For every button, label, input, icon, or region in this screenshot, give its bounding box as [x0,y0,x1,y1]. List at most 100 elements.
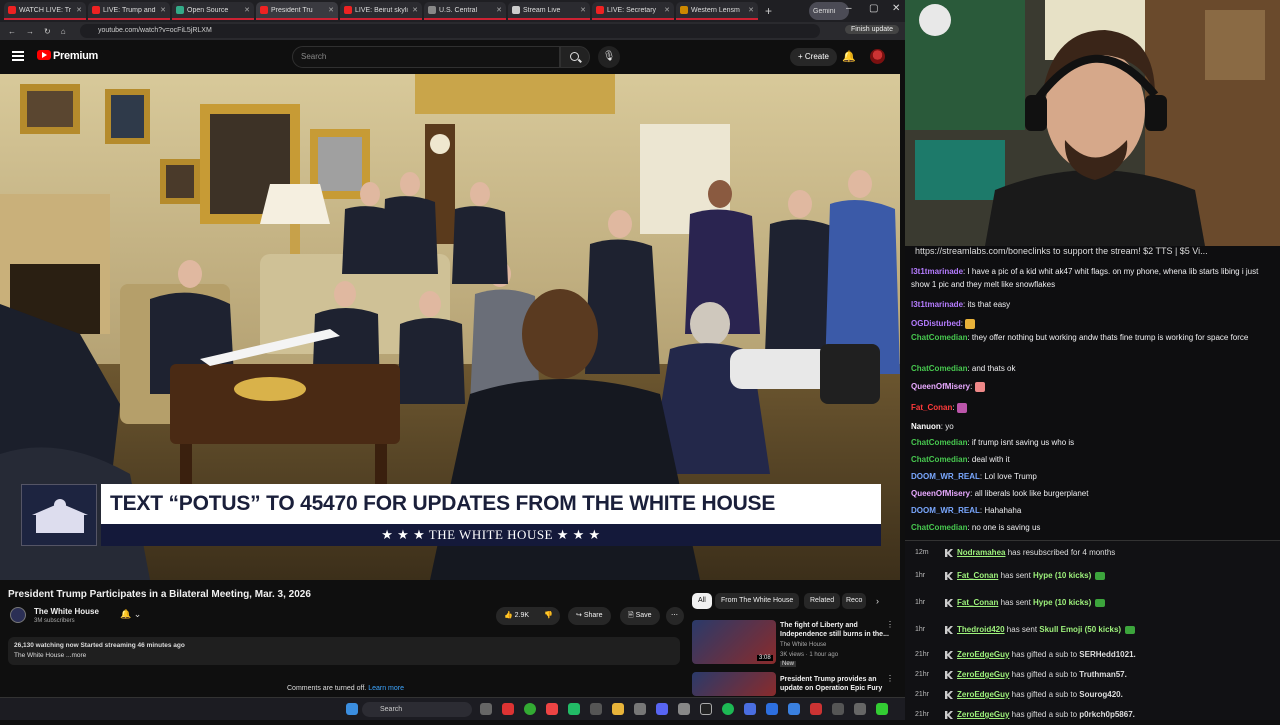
app-icon[interactable] [546,703,558,715]
youtube-logo-icon[interactable] [37,50,51,60]
browser-tab[interactable]: Stream Live ✕ [508,2,590,20]
search-input[interactable]: Search [292,46,560,68]
app-icon[interactable] [744,703,756,715]
close-tab-icon[interactable]: ✕ [664,6,670,14]
chip-all[interactable]: All [692,593,712,609]
new-tab-icon[interactable]: + [760,4,777,18]
taskbar-search[interactable]: Search [362,702,472,717]
search-button[interactable] [560,46,590,68]
event-user[interactable]: Nodramahea [957,548,1005,557]
app-icon[interactable] [810,703,822,715]
browser-tab[interactable]: Western Lensm ✕ [676,2,758,20]
maximize-icon[interactable]: ▢ [869,3,878,14]
url-field[interactable]: youtube.com/watch?v=ocFiL5jRLXM [80,24,820,38]
save-button[interactable]: 🗎 Save [620,607,660,625]
chat-username[interactable]: Fat_Conan [911,403,952,412]
related-menu-icon[interactable]: ⋮ [886,674,894,683]
close-tab-icon[interactable]: ✕ [244,6,250,14]
video-description-box[interactable]: 26,130 watching now Started streaming 46… [8,637,680,665]
channel-avatar[interactable] [10,607,26,623]
hamburger-menu-icon[interactable] [12,51,24,61]
chat-username[interactable]: QueenOfMisery [911,489,970,498]
minimize-icon[interactable]: – [846,3,852,14]
chat-pinned-banner[interactable]: https://streamlabs.com/boneclinks to sup… [915,246,1275,256]
app-icon[interactable] [568,703,580,715]
browser-tab[interactable]: Open Source ✕ [172,2,254,20]
start-icon[interactable] [346,703,358,715]
video-player[interactable]: TEXT “POTUS” TO 45470 FOR UPDATES FROM T… [0,74,900,580]
related-thumbnail[interactable] [692,672,776,696]
browser-tab-active[interactable]: President Tru ✕ [256,2,338,20]
chat-username[interactable]: ChatComedian [911,438,967,447]
discord-icon[interactable] [656,703,668,715]
app-icon[interactable] [854,703,866,715]
chat-username[interactable]: l3t1tmarinade [911,300,963,309]
voice-search-icon[interactable]: 🎙 [598,46,620,68]
finish-update-button[interactable]: Finish update [844,25,899,34]
learn-more-link[interactable]: Learn more [368,685,404,692]
event-user[interactable]: ZeroEdgeGuy [957,690,1009,699]
close-tab-icon[interactable]: ✕ [412,6,418,14]
event-user[interactable]: ZeroEdgeGuy [957,670,1009,679]
obs-icon[interactable] [700,703,712,715]
chat-username[interactable]: DOOM_WR_REAL [911,472,980,481]
close-tab-icon[interactable]: ✕ [580,6,586,14]
chat-username[interactable]: Nanuon [911,422,941,431]
kick-icon[interactable] [876,703,888,715]
app-icon[interactable] [788,703,800,715]
chip-from-white-house[interactable]: From The White House [715,593,800,609]
app-icon[interactable] [766,703,778,715]
chat-username[interactable]: ChatComedian [911,333,967,342]
account-avatar[interactable] [870,49,885,64]
browser-tab[interactable]: U.S. Central ✕ [424,2,506,20]
app-icon[interactable] [502,703,514,715]
close-tab-icon[interactable]: ✕ [328,6,334,14]
more-actions-icon[interactable]: ⋯ [666,607,684,625]
browser-tab[interactable]: LIVE: Beirut skyli ✕ [340,2,422,20]
chip-related[interactable]: Related [804,593,841,609]
channel-name[interactable]: The White House [34,607,99,616]
app-icon[interactable] [832,703,844,715]
close-tab-icon[interactable]: ✕ [748,6,754,14]
close-tab-icon[interactable]: ✕ [76,6,82,14]
chip-recommended[interactable]: Reco [842,593,866,609]
create-button[interactable]: + Create [790,48,837,66]
related-menu-icon[interactable]: ⋮ [886,620,894,629]
event-user[interactable]: ZeroEdgeGuy [957,650,1009,659]
event-user[interactable]: ZeroEdgeGuy [957,710,1009,719]
spotify-icon[interactable] [722,703,734,715]
chat-username[interactable]: ChatComedian [911,455,967,464]
subscription-bell-icon[interactable]: 🔔 ⌄ [120,609,141,620]
chat-username[interactable]: QueenOfMisery [911,382,970,391]
chrome-icon[interactable] [524,703,536,715]
related-video-title[interactable]: The fight of Liberty and Independence st… [780,621,890,639]
task-view-icon[interactable] [480,703,492,715]
dislike-button[interactable]: 👎 [540,607,560,625]
browser-tab[interactable]: LIVE: Trump and ✕ [88,2,170,20]
file-explorer-icon[interactable] [612,703,624,715]
gemini-button[interactable]: Gemini [809,2,850,20]
app-icon[interactable] [590,703,602,715]
browser-tab[interactable]: WATCH LIVE: Tr ✕ [4,2,86,20]
chevron-right-icon[interactable]: › [876,596,879,606]
close-window-icon[interactable]: ✕ [892,3,900,14]
forward-icon[interactable]: → [26,27,34,36]
browser-tab[interactable]: LIVE: Secretary ✕ [592,2,674,20]
chat-username[interactable]: ChatComedian [911,364,967,373]
chat-username[interactable]: ChatComedian [911,523,967,532]
event-user[interactable]: Thedroid420 [957,625,1005,634]
event-user[interactable]: Fat_Conan [957,598,998,607]
back-icon[interactable]: ← [8,27,16,36]
chat-username[interactable]: l3t1tmarinade [911,267,963,276]
app-icon[interactable] [634,703,646,715]
notifications-bell-icon[interactable]: 🔔 [842,50,856,63]
home-icon[interactable]: ⌂ [61,27,66,36]
event-user[interactable]: Fat_Conan [957,571,998,580]
app-icon[interactable] [678,703,690,715]
youtube-premium-label[interactable]: Premium [53,50,98,62]
close-tab-icon[interactable]: ✕ [160,6,166,14]
chat-username[interactable]: DOOM_WR_REAL [911,506,980,515]
close-tab-icon[interactable]: ✕ [496,6,502,14]
chat-username[interactable]: OGDisturbed [911,319,961,328]
reload-icon[interactable]: ↻ [44,27,51,36]
